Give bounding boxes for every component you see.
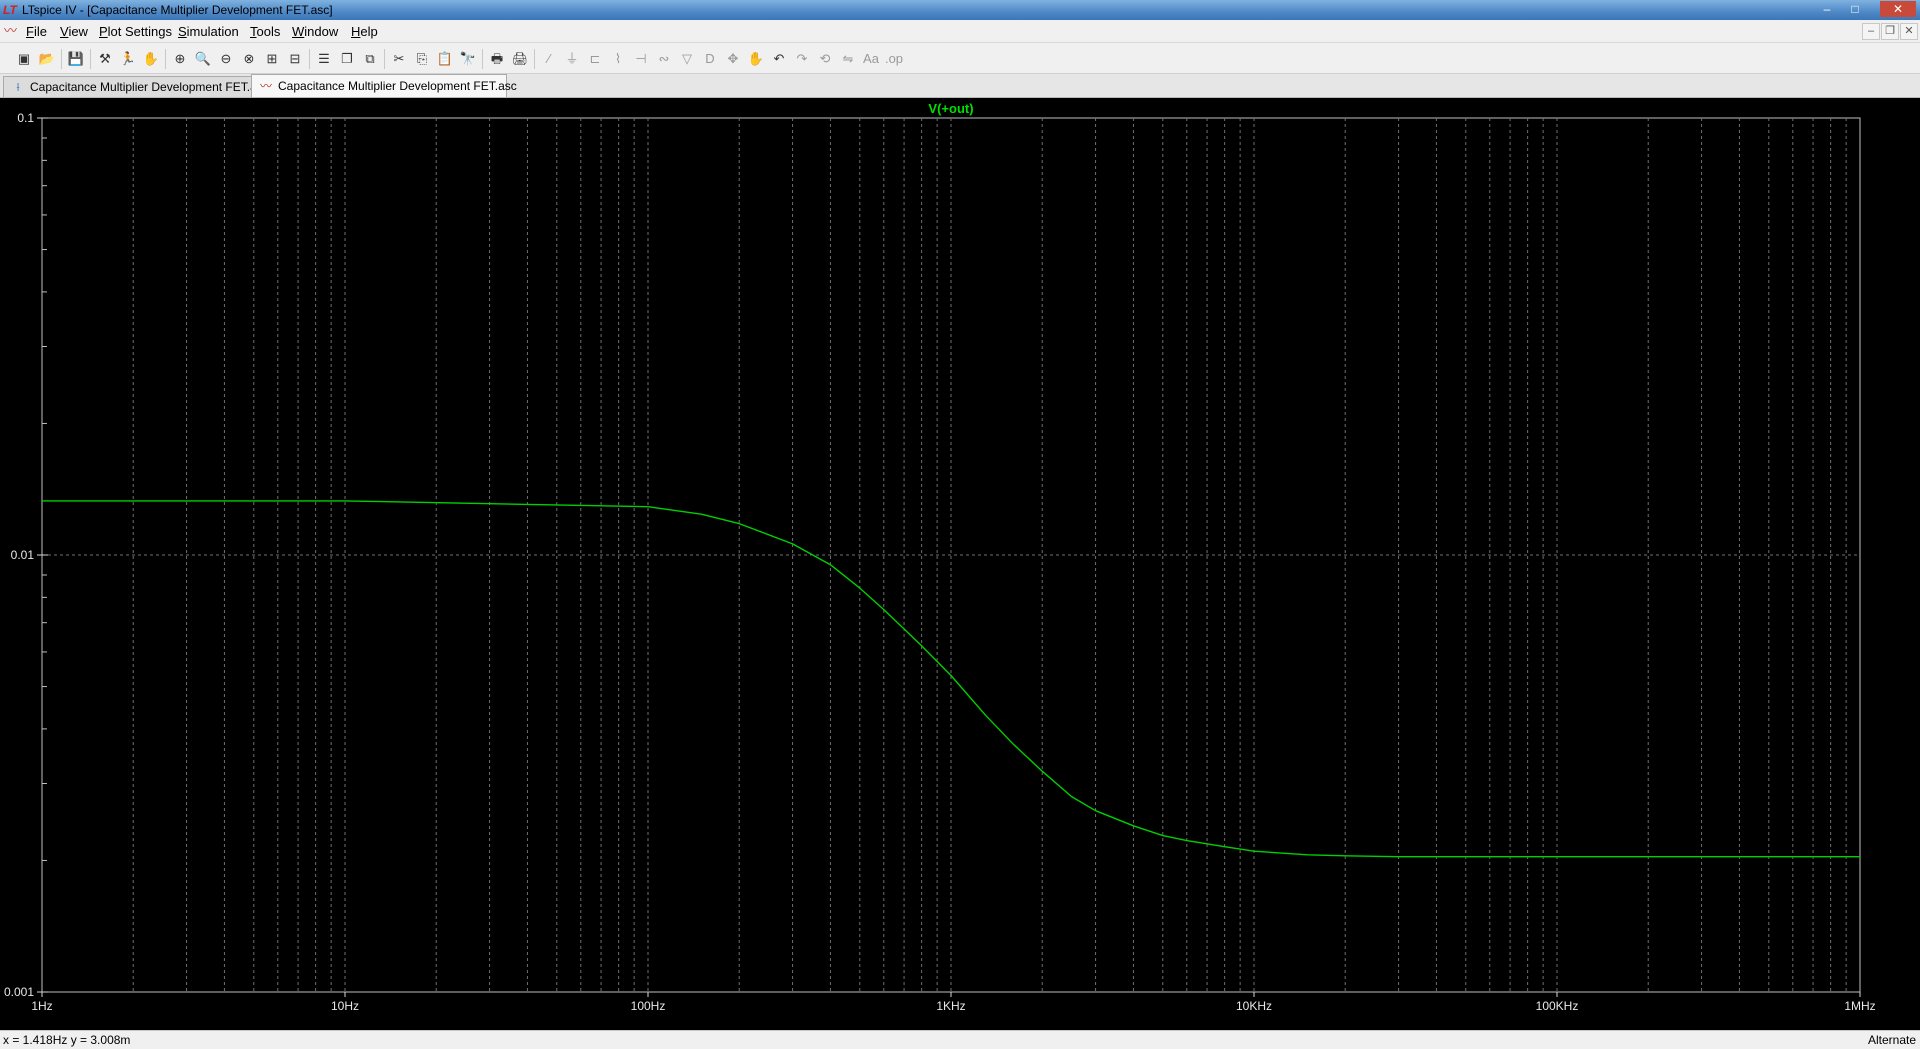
tab-schematic[interactable]: ⟊ Capacitance Multiplier Development FET…: [3, 76, 269, 97]
schematic-tab-icon: ⟊: [16, 80, 20, 94]
trace-label-vout[interactable]: V(+out): [928, 101, 973, 116]
wire-icon[interactable]: ∕: [539, 49, 559, 69]
ltspice-logo-icon[interactable]: LT: [3, 3, 17, 17]
print-setup-icon[interactable]: 🖶: [487, 49, 507, 69]
zoom-pan-icon[interactable]: 🔍: [193, 49, 213, 69]
halt-icon[interactable]: ✋: [141, 49, 161, 69]
run-icon[interactable]: 🏃: [118, 49, 138, 69]
toolbar-separator: [482, 49, 483, 69]
x-tick-label: 10KHz: [1236, 999, 1272, 1013]
label-net-icon[interactable]: ⊏: [585, 49, 605, 69]
capacitor-icon[interactable]: ⊣: [631, 49, 651, 69]
copy-icon[interactable]: ⎘: [412, 49, 432, 69]
x-tick-label: 1Hz: [31, 999, 52, 1013]
tile-horizontal-icon[interactable]: ☰: [314, 49, 334, 69]
ground-icon[interactable]: ⏚: [562, 49, 582, 69]
resistor-icon[interactable]: ⌇: [608, 49, 628, 69]
diode-icon[interactable]: ▽: [677, 49, 697, 69]
y-tick-label: 0.1: [17, 111, 34, 125]
text-icon[interactable]: Aa: [861, 49, 881, 69]
menu-simulation[interactable]: Simulation: [178, 24, 239, 39]
toolbar-separator: [90, 49, 91, 69]
minimize-button[interactable]: –: [1814, 1, 1840, 17]
move-icon[interactable]: ✥: [723, 49, 743, 69]
waveform-doc-icon[interactable]: 〰: [4, 23, 20, 39]
mdi-restore-button[interactable]: ❐: [1881, 23, 1899, 40]
status-bar: x = 1.418Hz y = 3.008m Alternate: [0, 1030, 1920, 1049]
waveform-viewer[interactable]: 0.001 0.01 0.1 1Hz 10Hz 100Hz 1KHz 10KHz 100KHz 1…: [0, 98, 1920, 1030]
waveform-plot[interactable]: 0.001 0.01 0.1 1Hz 10Hz 100Hz 1KHz 10KHz 100KHz 1…: [0, 98, 1920, 1030]
menu-bar: 〰 File View Plot Settings Simulation Too…: [0, 20, 1920, 43]
save-icon[interactable]: 💾: [66, 49, 86, 69]
zoom-in-icon[interactable]: ⊕: [170, 49, 190, 69]
menu-tools[interactable]: Tools: [250, 24, 280, 39]
toolbar-separator: [309, 49, 310, 69]
drag-icon[interactable]: ✋: [746, 49, 766, 69]
new-schematic-icon[interactable]: ▣: [14, 49, 34, 69]
y-tick-label: 0.01: [11, 548, 35, 562]
tab-label: Capacitance Multiplier Development FET.a…: [30, 80, 269, 94]
close-button[interactable]: ✕: [1880, 1, 1916, 17]
mirror-icon[interactable]: ⇋: [838, 49, 858, 69]
cascade-icon[interactable]: ❐: [337, 49, 357, 69]
y-tick-label: 0.001: [4, 985, 34, 999]
open-icon[interactable]: 📂: [37, 49, 57, 69]
zoom-out-icon[interactable]: ⊖: [216, 49, 236, 69]
menu-file[interactable]: File: [26, 24, 47, 39]
tile-vertical-icon[interactable]: ⧉: [360, 49, 380, 69]
status-mode: Alternate: [1867, 1033, 1916, 1047]
menu-plot-settings[interactable]: Plot Settings: [99, 24, 172, 39]
redo-icon[interactable]: ↷: [792, 49, 812, 69]
tab-label: Capacitance Multiplier Development FET.a…: [278, 79, 517, 93]
cut-icon[interactable]: ✂: [389, 49, 409, 69]
control-panel-icon[interactable]: ⚒: [95, 49, 115, 69]
undo-icon[interactable]: ↶: [769, 49, 789, 69]
document-tab-bar: ⟊ Capacitance Multiplier Development FET…: [0, 74, 1920, 98]
toolbar: ▣ 📂 💾 ⚒ 🏃 ✋ ⊕ 🔍 ⊖ ⊗ ⊞ ⊟ ☰ ❐ ⧉ ✂ ⎘ 📋 🔭 🖶 🖨 ∕ ⏚ ⊏ ⌇ ⊣ ∾ ▽ D ✥ ✋ ↶ ↷ ⟲ ⇋ Aa .op: [0, 43, 1920, 74]
x-tick-label: 10Hz: [331, 999, 359, 1013]
pick-visible-traces-icon[interactable]: ⊟: [285, 49, 305, 69]
toolbar-separator: [165, 49, 166, 69]
title-bar: LT LTspice IV - [Capacitance Multiplier …: [0, 0, 1920, 20]
autorange-icon[interactable]: ⊞: [262, 49, 282, 69]
rotate-icon[interactable]: ⟲: [815, 49, 835, 69]
menu-view[interactable]: View: [60, 24, 88, 39]
toolbar-separator: [534, 49, 535, 69]
spice-directive-icon[interactable]: .op: [884, 49, 904, 69]
tab-waveform[interactable]: 〰 Capacitance Multiplier Development FET…: [251, 74, 517, 97]
x-tick-label: 1MHz: [1844, 999, 1875, 1013]
zoom-fit-icon[interactable]: ⊗: [239, 49, 259, 69]
cursor-coordinates: x = 1.418Hz y = 3.008m: [3, 1033, 131, 1047]
x-tick-label: 100KHz: [1536, 999, 1579, 1013]
x-tick-label: 100Hz: [631, 999, 666, 1013]
waveform-tab-icon: 〰: [259, 79, 272, 93]
print-icon[interactable]: 🖨: [510, 49, 530, 69]
menu-help[interactable]: Help: [351, 24, 378, 39]
x-tick-label: 1KHz: [936, 999, 965, 1013]
menu-window[interactable]: Window: [292, 24, 338, 39]
toolbar-separator: [384, 49, 385, 69]
toolbar-separator: [61, 49, 62, 69]
maximize-button[interactable]: □: [1842, 1, 1868, 17]
component-icon[interactable]: D: [700, 49, 720, 69]
inductor-icon[interactable]: ∾: [654, 49, 674, 69]
paste-icon[interactable]: 📋: [435, 49, 455, 69]
window-title: LTspice IV - [Capacitance Multiplier Dev…: [22, 3, 333, 17]
find-icon[interactable]: 🔭: [458, 49, 478, 69]
mdi-close-button[interactable]: ✕: [1900, 23, 1918, 40]
mdi-minimize-button[interactable]: –: [1862, 23, 1880, 40]
